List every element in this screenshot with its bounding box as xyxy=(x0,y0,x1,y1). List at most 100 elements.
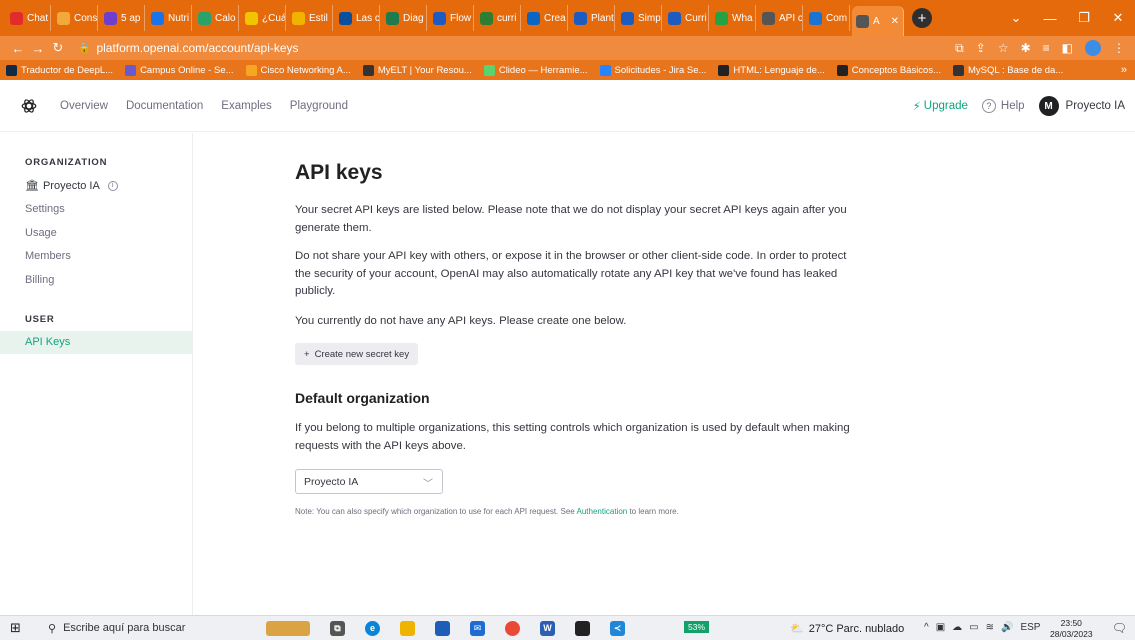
news-widget-icon[interactable] xyxy=(266,620,310,636)
upgrade-link[interactable]: ⚡ Upgrade xyxy=(913,99,968,113)
close-window-button[interactable]: ✕ xyxy=(1101,10,1135,26)
bookmark-item[interactable]: Campus Online - Se... xyxy=(125,64,234,76)
extensions-icon[interactable]: ✱ xyxy=(1021,41,1031,55)
volume-icon[interactable]: 🔊 xyxy=(1001,622,1013,633)
default-org-description: If you belong to multiple organizations,… xyxy=(295,422,850,452)
profile-icon[interactable] xyxy=(1085,40,1101,56)
file-explorer-icon[interactable] xyxy=(400,620,415,636)
browser-tab[interactable]: Chat xyxy=(6,5,51,31)
browser-tab[interactable]: Diag xyxy=(382,5,427,31)
browser-tab[interactable]: A ✕ xyxy=(852,6,904,36)
bookmark-favicon-icon xyxy=(718,64,730,76)
bookmark-item[interactable]: Solicitudes - Jira Se... xyxy=(599,64,706,76)
side-panel-icon[interactable]: ◧ xyxy=(1062,41,1073,55)
bookmark-item[interactable]: Cisco Networking A... xyxy=(245,64,351,76)
browser-tab-label: 5 ap xyxy=(121,12,141,24)
sidebar-item-settings[interactable]: Settings xyxy=(0,198,192,222)
bookmark-item[interactable]: HTML: Lenguaje de... xyxy=(718,64,825,76)
browser-tab-label: Calo xyxy=(215,12,236,24)
language-indicator[interactable]: ESP xyxy=(1020,622,1040,633)
chrome-icon[interactable] xyxy=(505,620,520,636)
browser-tab[interactable]: Simp xyxy=(617,5,662,31)
browser-menu-icon[interactable]: ⋮ xyxy=(1113,41,1125,55)
browser-tab[interactable]: ¿Cuá xyxy=(241,5,286,31)
browser-tab[interactable]: Wha xyxy=(711,5,756,31)
bookmark-favicon-icon xyxy=(836,64,848,76)
browser-tab[interactable]: Nutri xyxy=(147,5,192,31)
sidebar-item-usage[interactable]: Usage xyxy=(0,221,192,245)
store-icon[interactable] xyxy=(435,620,450,636)
browser-tab[interactable]: Las c xyxy=(335,5,380,31)
tray-app-icon[interactable]: ▣ xyxy=(936,622,945,633)
nav-examples[interactable]: Examples xyxy=(221,100,272,112)
task-view-icon[interactable]: ⧉ xyxy=(330,620,345,636)
clock[interactable]: 23:50 28/03/2023 xyxy=(1050,618,1093,640)
bookmark-item[interactable]: Conceptos Básicos... xyxy=(836,64,941,76)
sidebar-org-switcher[interactable]: 🏛 Proyecto IA i xyxy=(0,174,192,198)
back-button[interactable]: ← xyxy=(8,41,28,56)
display-icon[interactable]: ▭ xyxy=(969,622,978,633)
openai-logo-icon[interactable] xyxy=(20,97,38,115)
browser-tab[interactable]: curri xyxy=(476,5,521,31)
word-icon[interactable]: W xyxy=(540,620,555,636)
vscode-icon[interactable]: ≺ xyxy=(610,620,625,636)
share-icon[interactable]: ⇪ xyxy=(976,41,986,55)
orange-circle-icon xyxy=(57,11,70,25)
minimize-button[interactable]: — xyxy=(1033,11,1067,26)
new-tab-button[interactable]: + xyxy=(912,8,932,28)
browser-tab[interactable]: Plant xyxy=(570,5,615,31)
chevron-down-icon: ﹀ xyxy=(423,479,433,490)
translate-icon[interactable]: ⧉ xyxy=(955,41,964,56)
browser-tab[interactable]: Curri xyxy=(664,5,709,31)
browser-tab[interactable]: Cons xyxy=(53,5,98,31)
create-secret-key-button[interactable]: + Create new secret key xyxy=(295,343,419,365)
browser-tab-label: Crea xyxy=(544,12,566,24)
tab-search-icon[interactable]: ⌄ xyxy=(999,10,1033,26)
info-icon[interactable]: i xyxy=(107,180,118,191)
sidebar-item-billing[interactable]: Billing xyxy=(0,268,192,292)
sidebar-item-members[interactable]: Members xyxy=(0,245,192,269)
browser-tab[interactable]: Estil xyxy=(288,5,333,31)
weather-widget[interactable]: ⛅ 27°C Parc. nublado xyxy=(790,622,904,636)
chevron-up-icon[interactable]: ^ xyxy=(924,622,929,633)
close-tab-icon[interactable]: ✕ xyxy=(891,16,899,27)
browser-tab[interactable]: Flow xyxy=(429,5,474,31)
taskbar-search[interactable]: ⚲ Escribe aquí para buscar xyxy=(48,622,238,635)
app-header: Overview Documentation Examples Playgrou… xyxy=(0,80,1135,132)
bookmark-item[interactable]: MySQL : Base de da... xyxy=(953,64,1063,76)
bookmark-star-icon[interactable]: ☆ xyxy=(998,41,1009,55)
bookmark-item[interactable]: Traductor de DeepL... xyxy=(6,64,113,76)
authentication-link[interactable]: Authentication xyxy=(577,507,628,516)
onedrive-icon[interactable]: ☁ xyxy=(952,622,962,633)
browser-tab[interactable]: 5 ap xyxy=(100,5,145,31)
notifications-icon[interactable]: 🗨 xyxy=(1112,621,1127,635)
terminal-icon[interactable] xyxy=(575,620,590,636)
browser-tab[interactable]: Crea xyxy=(523,5,568,31)
mail-icon[interactable]: ✉ xyxy=(470,620,485,636)
reading-list-icon[interactable]: ≡ xyxy=(1043,41,1050,55)
nav-playground[interactable]: Playground xyxy=(290,100,348,112)
default-org-select[interactable]: Proyecto IA ﹀ xyxy=(295,469,443,494)
maximize-button[interactable]: ❐ xyxy=(1067,10,1101,26)
bookmarks-overflow-icon[interactable]: » xyxy=(1121,64,1127,76)
account-menu[interactable]: M Proyecto IA xyxy=(1038,96,1125,116)
windows-start-icon[interactable]: ⊞ xyxy=(10,620,32,636)
browser-tab[interactable]: API c xyxy=(758,5,803,31)
browser-tab[interactable]: Calo xyxy=(194,5,239,31)
forward-button[interactable]: → xyxy=(28,41,48,56)
reload-button[interactable]: ↻ xyxy=(48,40,68,56)
top-nav: Overview Documentation Examples Playgrou… xyxy=(60,100,348,112)
openai-icon xyxy=(856,14,869,28)
help-link[interactable]: ? Help xyxy=(981,99,1025,113)
youtube-icon xyxy=(10,11,23,25)
bookmark-item[interactable]: MyELT | Your Resou... xyxy=(362,64,472,76)
wifi-icon[interactable]: ≋ xyxy=(986,622,994,633)
nav-documentation[interactable]: Documentation xyxy=(126,100,203,112)
sidebar-item-api-keys[interactable]: API Keys xyxy=(0,330,192,354)
edge-icon[interactable]: e xyxy=(365,620,380,636)
c-circle-icon xyxy=(668,11,681,25)
nav-overview[interactable]: Overview xyxy=(60,100,108,112)
bookmark-item[interactable]: Clideo — Herramie... xyxy=(483,64,588,76)
url-field[interactable]: 🔒 platform.openai.com/account/api-keys xyxy=(78,41,299,55)
browser-tab[interactable]: Com xyxy=(805,5,850,31)
